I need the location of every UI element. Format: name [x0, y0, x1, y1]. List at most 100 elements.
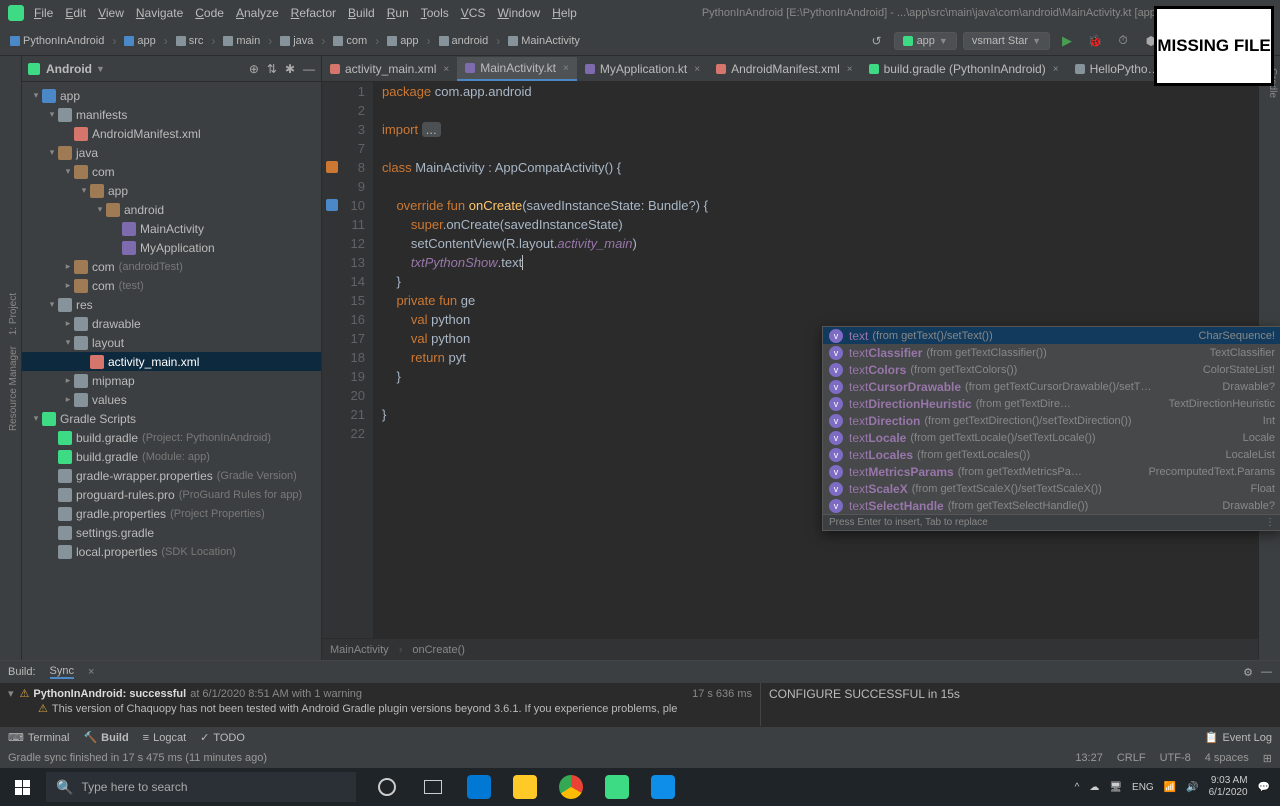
tree-item[interactable]: ▾java	[22, 143, 321, 162]
completion-item[interactable]: vtextSelectHandle(from getTextSelectHand…	[823, 497, 1280, 514]
editor-tab[interactable]: AndroidManifest.xml×	[708, 57, 861, 81]
menu-code[interactable]: Code	[195, 6, 224, 20]
tree-item[interactable]: local.properties(SDK Location)	[22, 542, 321, 561]
tree-item[interactable]: ▾app	[22, 86, 321, 105]
breadcrumb-item[interactable]: app	[383, 33, 422, 49]
breadcrumb-item[interactable]: android	[435, 33, 493, 49]
chrome-app[interactable]	[548, 768, 594, 806]
device-combo[interactable]: vsmart Star ▼	[963, 32, 1050, 50]
close-icon[interactable]: ×	[443, 64, 449, 75]
breadcrumb-item[interactable]: src	[172, 33, 208, 49]
tree-item[interactable]: ▸values	[22, 390, 321, 409]
completion-item[interactable]: vtext(from getText()/setText())CharSeque…	[823, 327, 1280, 344]
windows-search[interactable]: 🔍 Type here to search	[46, 772, 356, 802]
build-tab[interactable]: 🔨Build	[83, 731, 128, 744]
editor-tab[interactable]: MainActivity.kt×	[457, 57, 577, 81]
clock[interactable]: 9:03 AM 6/1/2020	[1209, 775, 1248, 799]
editor-tab[interactable]: activity_main.xml×	[322, 57, 457, 81]
project-tree[interactable]: ▾app▾manifestsAndroidManifest.xml▾java▾c…	[22, 82, 321, 660]
close-icon[interactable]: ×	[694, 64, 700, 75]
tree-item[interactable]: ▾res	[22, 295, 321, 314]
tree-item[interactable]: build.gradle(Module: app)	[22, 447, 321, 466]
tree-item[interactable]: gradle.properties(Project Properties)	[22, 504, 321, 523]
logcat-tab[interactable]: ≡Logcat	[143, 732, 186, 744]
menu-help[interactable]: Help	[552, 6, 577, 20]
settings-icon[interactable]: ✱	[285, 62, 295, 76]
breadcrumb-item[interactable]: MainActivity	[504, 33, 584, 49]
collapse-icon[interactable]: —	[303, 62, 315, 76]
editor-tab[interactable]: MyApplication.kt×	[577, 57, 708, 81]
filter-icon[interactable]: ⇅	[267, 62, 277, 76]
close-icon[interactable]: ×	[847, 64, 853, 75]
menu-vcs[interactable]: VCS	[461, 6, 486, 20]
tree-item[interactable]: ▾Gradle Scripts	[22, 409, 321, 428]
system-tray[interactable]: ^ ☁ 🖥 ENG 📶 🔊 9:03 AM 6/1/2020 💬	[1065, 775, 1280, 799]
run-button[interactable]: ▶	[1056, 30, 1078, 52]
tree-item[interactable]: activity_main.xml	[22, 352, 321, 371]
tree-item[interactable]: ▸drawable	[22, 314, 321, 333]
menu-build[interactable]: Build	[348, 6, 375, 20]
completion-item[interactable]: vtextClassifier(from getTextClassifier()…	[823, 344, 1280, 361]
tree-item[interactable]: ▾app	[22, 181, 321, 200]
breadcrumb-item[interactable]: app	[120, 33, 159, 49]
chevron-down-icon[interactable]: ▼	[96, 64, 105, 74]
tree-item[interactable]: ▾android	[22, 200, 321, 219]
tree-item[interactable]: MyApplication	[22, 238, 321, 257]
tree-item[interactable]: settings.gradle	[22, 523, 321, 542]
close-icon[interactable]: ×	[563, 63, 569, 74]
run-config-combo[interactable]: app ▼	[894, 32, 957, 50]
tree-item[interactable]: ▸com(androidTest)	[22, 257, 321, 276]
completion-item[interactable]: vtextLocales(from getTextLocales())Local…	[823, 446, 1280, 463]
start-button[interactable]	[0, 768, 44, 806]
menu-navigate[interactable]: Navigate	[136, 6, 183, 20]
menu-view[interactable]: View	[98, 6, 124, 20]
event-log-tab[interactable]: 📋Event Log	[1205, 731, 1272, 744]
encoding[interactable]: UTF-8	[1160, 752, 1191, 765]
cortana-button[interactable]	[364, 768, 410, 806]
menu-refactor[interactable]: Refactor	[291, 6, 336, 20]
breadcrumb-item[interactable]: PythonInAndroid	[6, 33, 108, 49]
explorer-app[interactable]	[502, 768, 548, 806]
menu-window[interactable]: Window	[497, 6, 540, 20]
tree-item[interactable]: ▾layout	[22, 333, 321, 352]
debug-button[interactable]: 🐞	[1084, 30, 1106, 52]
tree-item[interactable]: AndroidManifest.xml	[22, 124, 321, 143]
build-tab-build[interactable]: Build:	[8, 666, 36, 678]
todo-tab[interactable]: ✓TODO	[200, 731, 245, 744]
terminal-tab[interactable]: ⌨Terminal	[8, 731, 69, 744]
completion-item[interactable]: vtextDirection(from getTextDirection()/s…	[823, 412, 1280, 429]
memory-widget[interactable]: ⊞	[1263, 752, 1272, 765]
build-tab-sync[interactable]: Sync	[50, 665, 74, 679]
edge-app[interactable]	[456, 768, 502, 806]
menu-analyze[interactable]: Analyze	[236, 6, 279, 20]
completion-popup[interactable]: vtext(from getText()/setText())CharSeque…	[822, 326, 1280, 531]
notification-icon[interactable]: 💬	[1258, 782, 1270, 793]
close-icon[interactable]: ×	[88, 666, 94, 678]
view-mode-label[interactable]: Android	[46, 62, 92, 76]
profiler-button[interactable]: ⏱	[1112, 30, 1134, 52]
caret-position[interactable]: 13:27	[1075, 752, 1103, 765]
android-studio-app[interactable]	[594, 768, 640, 806]
editor-tab[interactable]: build.gradle (PythonInAndroid)×	[861, 57, 1067, 81]
menu-edit[interactable]: Edit	[65, 6, 86, 20]
minimize-icon[interactable]: —	[1261, 666, 1272, 679]
target-icon[interactable]: ⊕	[249, 62, 259, 76]
breadcrumb-item[interactable]: main	[219, 33, 264, 49]
sync-gradle-icon[interactable]: ↺	[866, 30, 888, 52]
task-view-button[interactable]	[410, 768, 456, 806]
tree-item[interactable]: ▾manifests	[22, 105, 321, 124]
tree-item[interactable]: proguard-rules.pro(ProGuard Rules for ap…	[22, 485, 321, 504]
completion-item[interactable]: vtextCursorDrawable(from getTextCursorDr…	[823, 378, 1280, 395]
breadcrumb-item[interactable]: java	[276, 33, 317, 49]
breadcrumb-item[interactable]: com	[329, 33, 371, 49]
left-tab-resource-manager[interactable]: Resource Manager	[6, 342, 21, 435]
completion-item[interactable]: vtextLocale(from getTextLocale()/setText…	[823, 429, 1280, 446]
completion-item[interactable]: vtextDirectionHeuristic(from getTextDire…	[823, 395, 1280, 412]
teamviewer-app[interactable]	[640, 768, 686, 806]
left-tab-project[interactable]: 1: Project	[6, 289, 21, 339]
tree-item[interactable]: ▾com	[22, 162, 321, 181]
menu-file[interactable]: File	[34, 6, 53, 20]
close-icon[interactable]: ×	[1053, 64, 1059, 75]
completion-item[interactable]: vtextMetricsParams(from getTextMetricsPa…	[823, 463, 1280, 480]
menu-tools[interactable]: Tools	[421, 6, 449, 20]
